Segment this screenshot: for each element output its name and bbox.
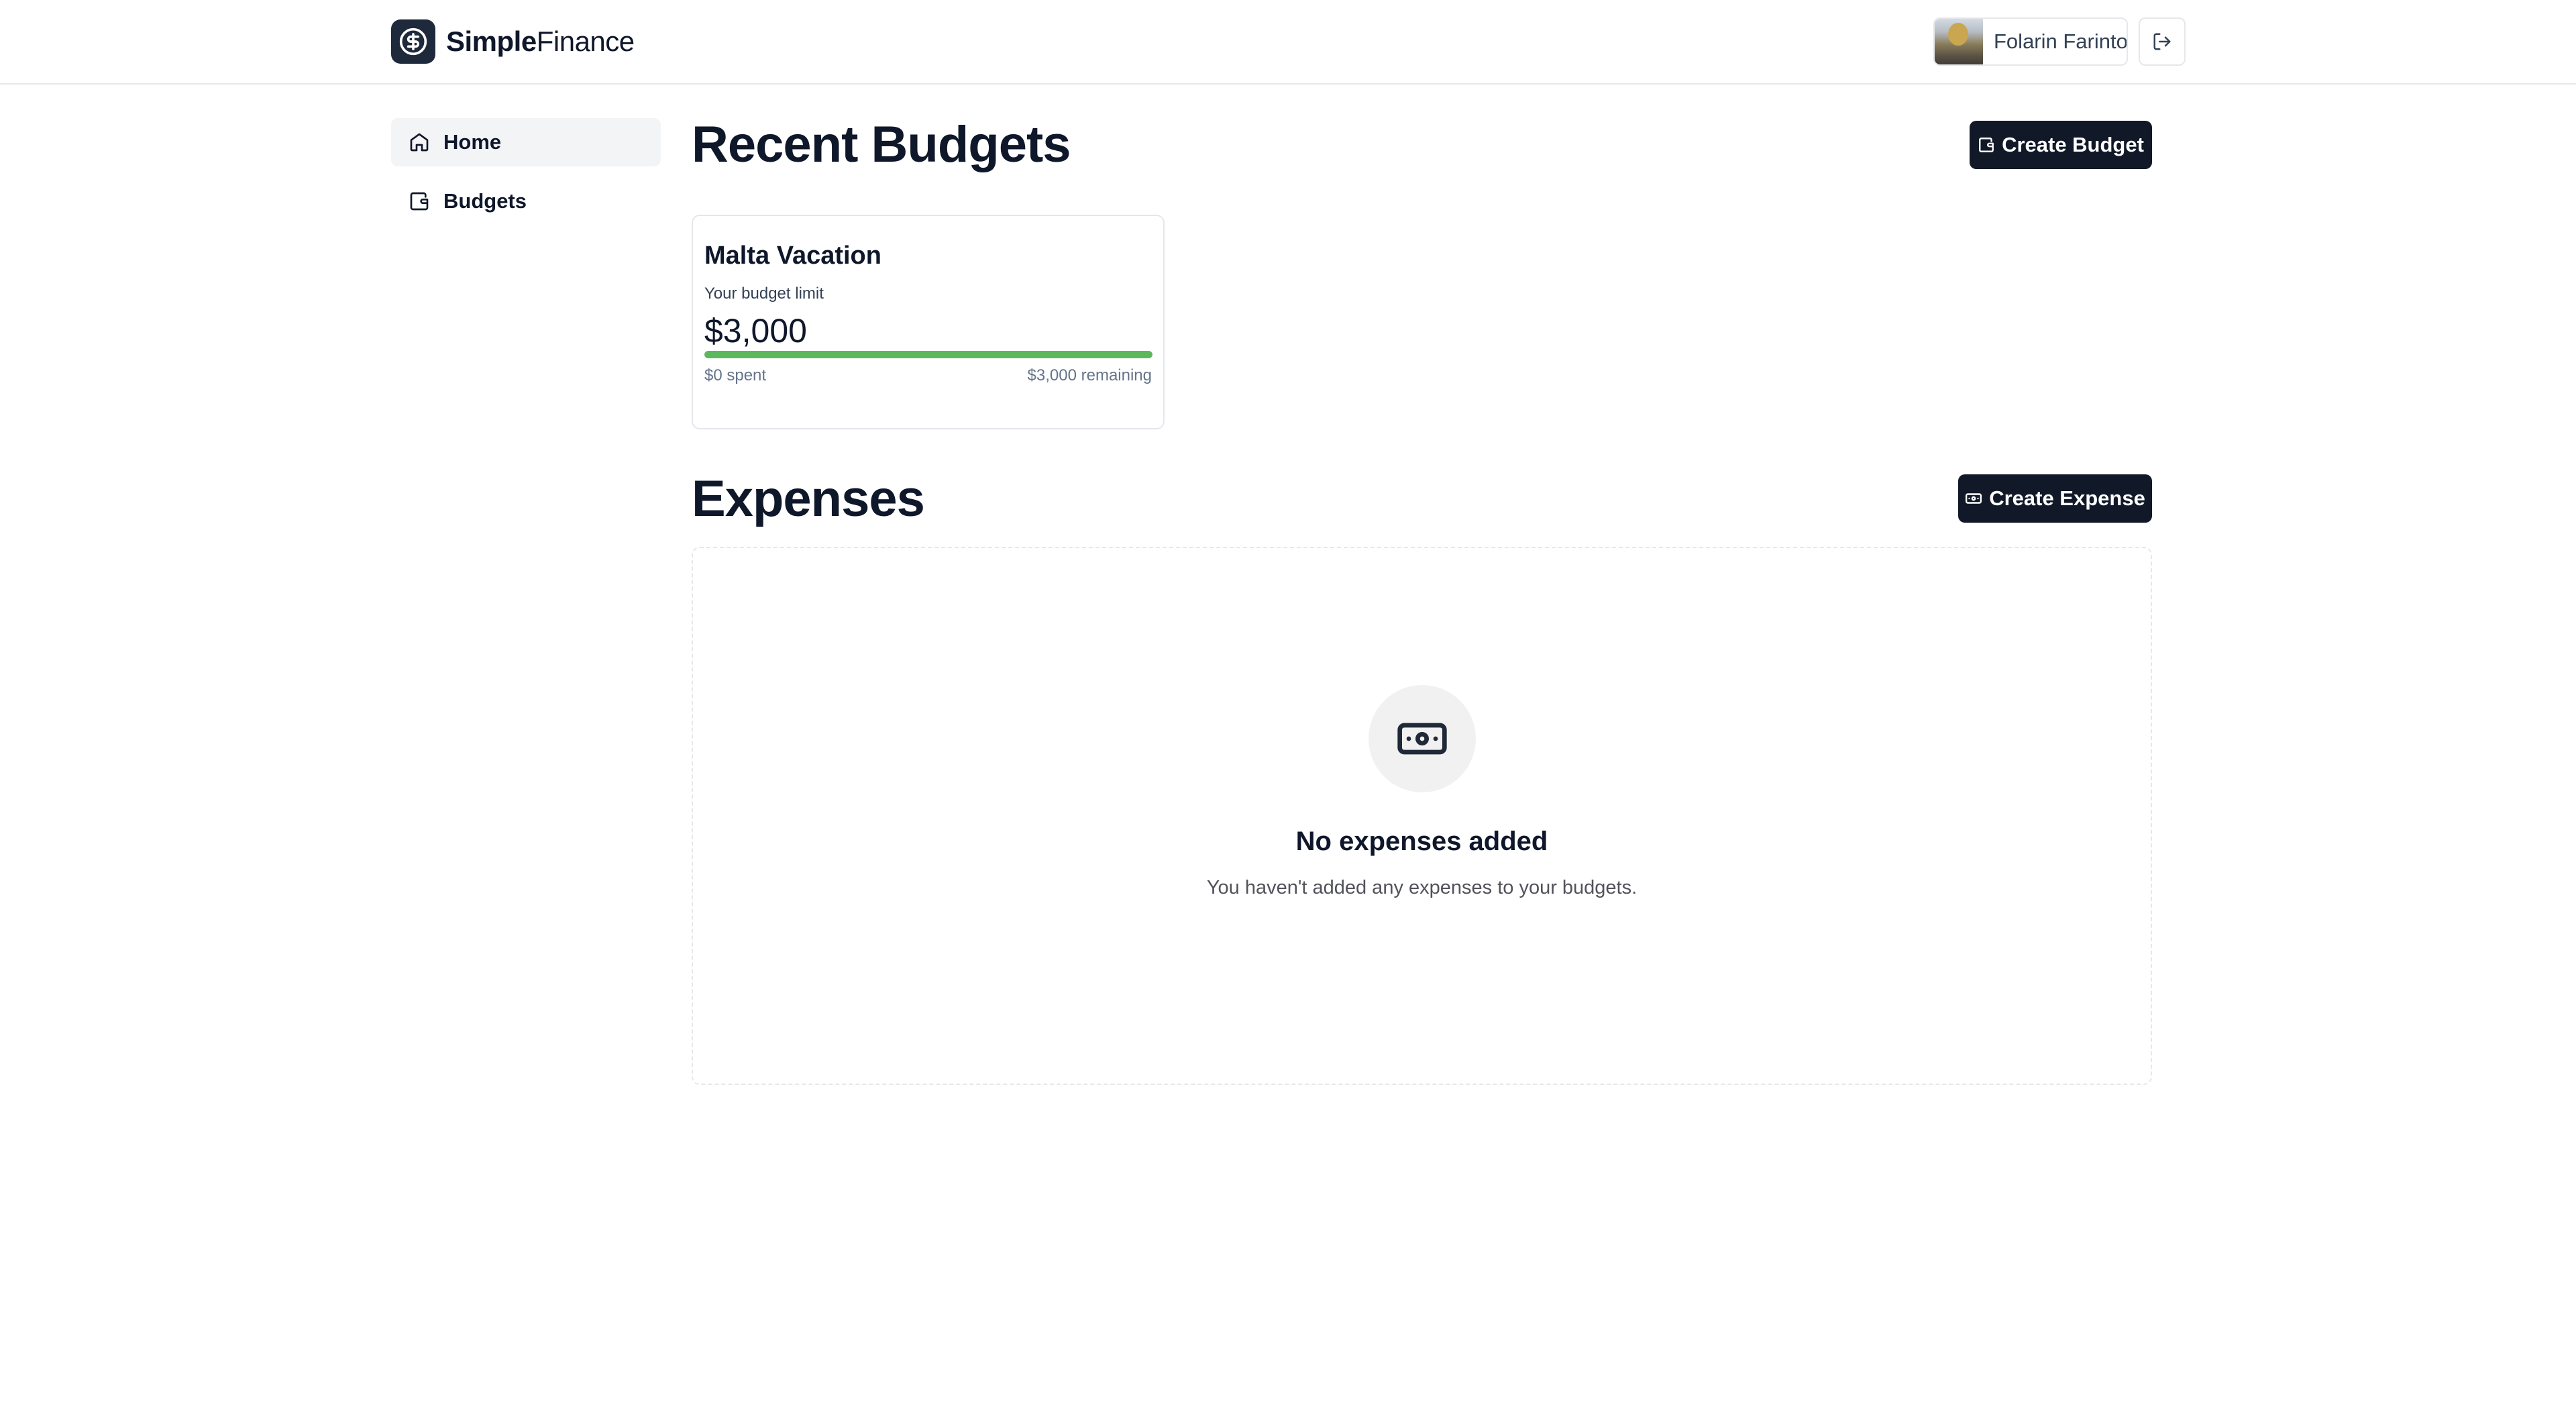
- budget-progress-fill: [704, 351, 1152, 358]
- create-budget-button[interactable]: Create Budget: [1970, 121, 2152, 169]
- recent-budgets-title: Recent Budgets: [692, 116, 1071, 173]
- create-budget-label: Create Budget: [2002, 133, 2144, 156]
- budget-limit-label: Your budget limit: [704, 284, 824, 303]
- banknote-icon: [1966, 493, 1982, 504]
- logout-button[interactable]: [2139, 17, 2186, 66]
- empty-state-title: No expenses added: [1295, 827, 1548, 856]
- banknote-icon: [1397, 723, 1447, 755]
- expenses-empty-state: No expenses added You haven't added any …: [692, 547, 2152, 1085]
- expenses-title: Expenses: [692, 470, 925, 527]
- wallet-icon: [1979, 138, 1994, 152]
- logout-icon: [2153, 33, 2171, 50]
- empty-state-subtitle: You haven't added any expenses to your b…: [1206, 877, 1638, 898]
- sidebar-item-label: Budgets: [443, 189, 527, 213]
- budget-progress-bar: [704, 351, 1152, 358]
- home-icon: [410, 133, 429, 152]
- sidebar-item-home[interactable]: Home: [391, 118, 661, 166]
- brand-name-strong: Simple: [446, 25, 537, 57]
- top-header: SimpleFinance Folarin Farinto: [0, 0, 2576, 85]
- dollar-circle-icon: [391, 19, 435, 64]
- wallet-icon: [410, 192, 429, 211]
- brand-name-light: Finance: [536, 25, 635, 57]
- create-expense-label: Create Expense: [1989, 486, 2145, 510]
- budget-remaining: $3,000 remaining: [1027, 366, 1152, 384]
- user-name: Folarin Farinto: [1994, 30, 2128, 53]
- avatar: [1935, 19, 1983, 64]
- create-expense-button[interactable]: Create Expense: [1958, 474, 2152, 523]
- budget-card[interactable]: Malta Vacation Your budget limit $3,000 …: [692, 215, 1165, 429]
- sidebar-item-label: Home: [443, 130, 502, 154]
- sidebar: Home Budgets: [391, 118, 661, 236]
- brand[interactable]: SimpleFinance: [391, 19, 635, 64]
- budget-amount: $3,000: [704, 312, 807, 350]
- budget-name: Malta Vacation: [704, 242, 881, 270]
- sidebar-item-budgets[interactable]: Budgets: [391, 177, 661, 225]
- brand-name: SimpleFinance: [446, 25, 635, 58]
- user-menu-button[interactable]: Folarin Farinto: [1933, 17, 2128, 66]
- empty-state-icon-wrap: [1368, 685, 1476, 792]
- budget-spent: $0 spent: [704, 366, 767, 384]
